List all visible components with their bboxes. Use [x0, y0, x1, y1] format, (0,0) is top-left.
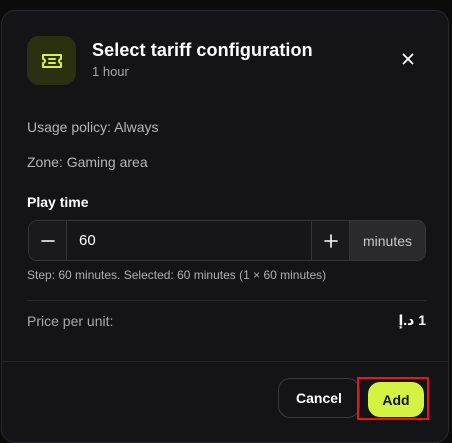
cancel-button[interactable]: Cancel: [278, 378, 360, 418]
add-button[interactable]: Add: [368, 382, 424, 417]
decrement-button[interactable]: [29, 221, 67, 260]
increment-button[interactable]: [311, 221, 349, 260]
price-value: 1 د.إ: [398, 312, 426, 328]
tariff-dialog: Select tariff configuration 1 hour Usage…: [1, 10, 449, 443]
dialog-title: Select tariff configuration: [92, 40, 313, 60]
zone-text: Zone: Gaming area: [27, 154, 148, 170]
unit-label: minutes: [349, 221, 425, 260]
ticket-icon-tile: [27, 36, 76, 85]
minus-icon: [40, 239, 55, 242]
add-button-highlight: Add: [357, 377, 429, 420]
price-label: Price per unit:: [27, 313, 114, 329]
play-time-input[interactable]: [67, 221, 311, 260]
usage-policy-text: Usage policy: Always: [27, 119, 159, 135]
play-time-stepper: minutes: [28, 220, 426, 261]
close-icon: [402, 53, 414, 65]
divider: [27, 300, 426, 301]
plus-icon: [323, 233, 338, 248]
close-button[interactable]: [398, 49, 418, 69]
dialog-subtitle: 1 hour: [92, 64, 129, 79]
footer-divider: [2, 361, 448, 362]
step-hint: Step: 60 minutes. Selected: 60 minutes (…: [27, 268, 327, 282]
ticket-icon: [41, 53, 62, 68]
play-time-label: Play time: [27, 194, 89, 210]
dialog-header: Select tariff configuration 1 hour: [27, 36, 428, 86]
